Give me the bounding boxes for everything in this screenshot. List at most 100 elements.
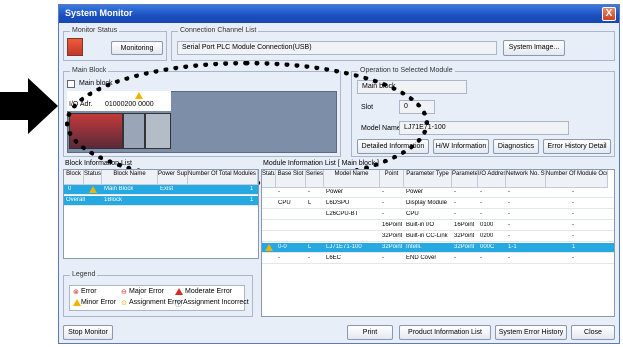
model-name-col-header: Model Name: [324, 170, 380, 188]
point-col-header: Point: [380, 170, 404, 188]
io-adr-label: I/O Adr.: [69, 101, 93, 108]
table-row[interactable]: 0 Main Block Exist 1: [64, 185, 258, 195]
module-model-cell: Power: [326, 189, 344, 195]
table-row[interactable]: 16Point Built-in I/O 16Point 0100- -: [262, 221, 614, 231]
legend-title: Legend: [70, 271, 98, 278]
main-block-title: Main Block: [70, 67, 109, 74]
occupations-cell: 1: [250, 197, 254, 203]
block-information-table: Block Status Block Name Power Supply Num…: [63, 169, 259, 259]
module-ptype-cell: Built-in CC-Link: [406, 233, 448, 239]
cpu-module-image[interactable]: [69, 113, 123, 149]
module-ppoint-cell: -: [454, 189, 456, 195]
occupations-cell: 1: [250, 186, 254, 192]
module-occ-cell: -: [572, 255, 574, 261]
module-point-cell: -: [382, 211, 384, 217]
main-block-checkbox[interactable]: [67, 80, 75, 88]
minor-error-icon: [73, 299, 81, 306]
module-io-cell: -: [480, 211, 482, 217]
table-row[interactable]: - - L6EC - END Cover - - - -: [262, 254, 614, 264]
module-ptype-cell: CPU: [406, 211, 419, 217]
product-information-list-button[interactable]: Product Information List: [399, 325, 491, 340]
major-error-icon: ⊖: [121, 289, 127, 296]
module-occ-cell: -: [572, 222, 574, 228]
connection-title: Connection Channel List: [178, 27, 259, 34]
module-point-cell: 32Point: [382, 233, 403, 239]
module-point-cell: -: [382, 255, 384, 261]
main-block-checkbox-label: Main block: [79, 80, 113, 87]
model-name-label: Model Name: [361, 125, 401, 132]
parameter-point-col-header: Parameter Point: [452, 170, 478, 188]
system-monitor-window: System Monitor X Monitor Status Monitori…: [58, 4, 620, 344]
module-point-cell: 32Point: [382, 244, 403, 250]
table-row[interactable]: - - Power - Power - - - -: [262, 188, 614, 198]
slot-label: Slot: [361, 104, 374, 111]
model-name-field: LJ71E71-100: [399, 121, 569, 135]
module-ptype-cell: Built-in I/O: [406, 222, 435, 228]
network-no-col-header: Network No. Station No.: [506, 170, 546, 188]
moderate-error-icon: [175, 288, 183, 295]
diagnostics-button[interactable]: Diagnostics: [493, 139, 539, 154]
table-row[interactable]: CPU L L6DSPU - Display Module - - - -: [262, 199, 614, 209]
module-point-cell: -: [382, 189, 384, 195]
module-ptype-cell: END Cover: [406, 255, 437, 261]
block-list-title: Block Information List: [65, 160, 132, 167]
module-ptype-cell: Display Module: [406, 200, 448, 206]
hw-information-button[interactable]: H/W Information: [433, 139, 489, 154]
table-row[interactable]: 32Point Built-in CC-Link 32Point 0200- -: [262, 232, 614, 242]
module-list-title: Module Information List [ Main block ]: [263, 160, 379, 167]
module-ppoint-cell: 32Point: [454, 233, 475, 239]
module-net-cell: -: [508, 189, 510, 195]
connection-value: Serial Port PLC Module Connection(USB): [177, 41, 497, 55]
block-cell: 0: [68, 186, 72, 192]
close-icon[interactable]: X: [602, 7, 616, 21]
module-point-cell: -: [382, 200, 384, 206]
module-occ-cell: -: [572, 200, 574, 206]
module-ptype-cell: Power: [406, 189, 424, 195]
module-model-cell: L6DSPU: [326, 200, 350, 206]
end-cover-image[interactable]: [145, 113, 171, 149]
legend-error: Error: [81, 288, 97, 295]
system-error-history-button[interactable]: System Error History: [495, 325, 567, 340]
module-net-cell: -: [508, 222, 510, 228]
block-status-col-header: Status: [84, 170, 102, 185]
legend-moderate-error: Moderate Error: [185, 288, 233, 295]
module-slot-cell: 0-0: [278, 244, 287, 250]
detailed-information-button[interactable]: Detailed Information: [357, 139, 429, 154]
module-series-cell: L: [308, 200, 312, 206]
module-occ-cell: -: [572, 189, 574, 195]
module-model-cell: L26CPU-BT: [326, 211, 359, 217]
module-io-cell: 0200: [480, 233, 494, 239]
module-net-cell: -: [508, 255, 510, 261]
io-module-image[interactable]: [123, 113, 145, 149]
module-io-cell: 000C: [480, 244, 495, 250]
module-information-table: Status Base Slot Series Model Name Point…: [261, 169, 615, 317]
legend-minor-error: Minor Error: [81, 299, 117, 306]
monitoring-button[interactable]: Monitoring: [111, 41, 163, 55]
table-row[interactable]: 0-0 L LJ71E71-100 32Point Intelli. 32Point 000…: [262, 243, 614, 253]
module-ppoint-cell: -: [454, 211, 456, 217]
power-cell: Exist: [160, 186, 174, 192]
module-series-cell: L: [308, 244, 312, 250]
block-col-header: Block: [64, 170, 84, 185]
module-slot-cell: -: [278, 189, 280, 195]
power-supply-col-header: Power Supply: [158, 170, 188, 185]
stop-monitor-button[interactable]: Stop Monitor: [63, 325, 113, 340]
series-col-header: Series: [306, 170, 324, 188]
operation-title: Operation to Selected Module: [358, 67, 455, 74]
error-history-detail-button[interactable]: Error History Detail: [543, 139, 611, 154]
legend-assignment-incorrect: Assignment Incorrect: [183, 299, 249, 306]
table-row[interactable]: Overall 1Block 1: [64, 196, 258, 206]
module-occ-cell: -: [572, 233, 574, 239]
module-ptype-cell: Intelli.: [406, 244, 422, 250]
parameter-type-col-header: Parameter Type: [404, 170, 452, 188]
assignment-error-icon: ⊙: [121, 300, 127, 307]
print-button[interactable]: Print: [347, 325, 393, 340]
module-model-cell: LJ71E71-100: [326, 244, 362, 250]
io-adr-value: 01000200 0000: [105, 101, 154, 108]
system-image-button[interactable]: System Image...: [503, 40, 565, 56]
close-button[interactable]: Close: [571, 325, 615, 340]
module-io-cell: -: [480, 255, 482, 261]
assignment-incorrect-icon: ⓘ: [175, 301, 182, 308]
io-address-col-header: I/O Address: [478, 170, 506, 188]
table-row[interactable]: L26CPU-BT - CPU - - - -: [262, 210, 614, 220]
